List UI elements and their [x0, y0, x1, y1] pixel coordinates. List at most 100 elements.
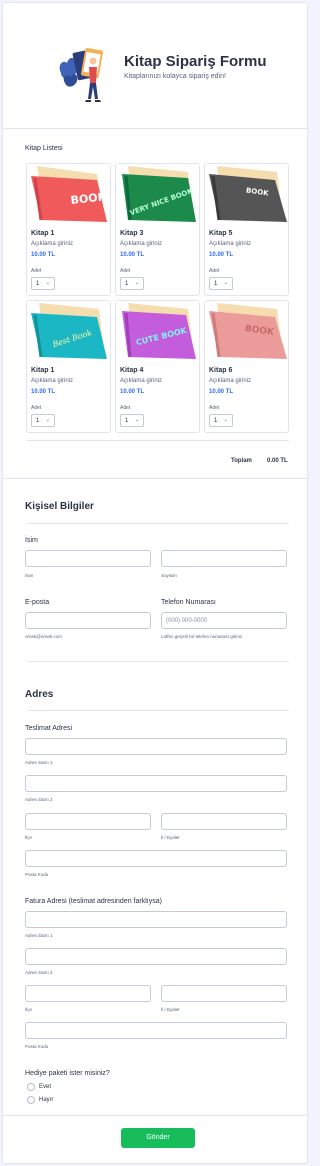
- billing-province-sublabel: İl / Eyalet: [161, 1007, 180, 1012]
- billing-postal-input[interactable]: [25, 1022, 287, 1039]
- product-list-label: Kitap Listesi: [25, 145, 63, 152]
- email-label: E-posta: [25, 599, 50, 606]
- qty-value: 1: [214, 418, 218, 424]
- radio-button[interactable]: [27, 1096, 35, 1104]
- product-card: BOOK Kitap 5 Açıklama giriniz 10.00 TL A…: [204, 163, 289, 296]
- first-name-sublabel: İsim: [25, 573, 34, 578]
- delivery-postal-input[interactable]: [25, 850, 287, 867]
- green-book-cover-icon: VERY NICE BOOK: [116, 164, 199, 226]
- product-desc: Açıklama giriniz: [31, 241, 74, 247]
- purple-book-cover-icon: CUTE BOOK: [116, 301, 199, 363]
- radio-label: Evet: [39, 1084, 52, 1090]
- chevron-down-icon: ⌄: [45, 417, 50, 423]
- divider: [27, 523, 289, 524]
- delivery-district-input[interactable]: [25, 813, 151, 830]
- product-price: 10.00 TL: [120, 252, 145, 258]
- billing-line1-sublabel: Adres Satırı 1: [25, 933, 53, 938]
- product-price: 10.00 TL: [120, 389, 145, 395]
- divider: [3, 478, 307, 479]
- last-name-input[interactable]: [161, 550, 287, 567]
- qty-select[interactable]: 1 ⌄: [31, 414, 55, 427]
- radio-button[interactable]: [27, 1083, 35, 1091]
- product-price: 10.00 TL: [31, 252, 56, 258]
- product-card: VERY NICE BOOK Kitap 3 Açıklama giriniz …: [115, 163, 200, 296]
- chevron-down-icon: ⌄: [45, 280, 50, 286]
- email-input[interactable]: [25, 612, 151, 629]
- chevron-down-icon: ⌄: [223, 280, 228, 286]
- total-value: 0.00 TL: [267, 458, 288, 464]
- product-card: BOOK Kitap 1 Açıklama giriniz 10.00 TL A…: [26, 163, 111, 296]
- personal-section-title: Kişisel Bilgiler: [25, 501, 94, 512]
- gift-question-label: Hediye paketi ister misiniz?: [25, 1070, 110, 1077]
- submit-button[interactable]: Gönder: [121, 1128, 195, 1148]
- submit-area: Gönder: [3, 1115, 307, 1163]
- qty-select[interactable]: 1 ⌄: [209, 414, 233, 427]
- product-card: Best Book Kitap 1 Açıklama giriniz 10.00…: [26, 300, 111, 433]
- billing-address-label: Fatura Adresi (teslimat adresinden farkl…: [25, 898, 162, 905]
- billing-line2-sublabel: Adres Satırı 2: [25, 970, 53, 975]
- product-desc: Açıklama giriniz: [120, 241, 163, 247]
- divider: [27, 440, 289, 441]
- phone-placeholder: (000) 000-0000: [166, 618, 208, 624]
- chevron-down-icon: ⌄: [223, 417, 228, 423]
- qty-select[interactable]: 1 ⌄: [31, 277, 55, 290]
- billing-line1-input[interactable]: [25, 911, 287, 928]
- delivery-line2-input[interactable]: [25, 775, 287, 792]
- qty-label: Adet: [209, 405, 220, 411]
- form-page: Kitap Sipariş Formu Kitaplarınızı kolayc…: [2, 2, 308, 1164]
- delivery-address-label: Teslimat Adresi: [25, 725, 73, 732]
- delivery-line1-sublabel: Adres Satırı 1: [25, 760, 53, 765]
- product-card: CUTE BOOK Kitap 4 Açıklama giriniz 10.00…: [115, 300, 200, 433]
- total-label: Toplam: [231, 458, 252, 464]
- product-price: 10.00 TL: [31, 389, 56, 395]
- qty-select[interactable]: 1 ⌄: [120, 277, 144, 290]
- product-desc: Açıklama giriniz: [31, 378, 74, 384]
- product-desc: Açıklama giriniz: [209, 378, 252, 384]
- delivery-district-sublabel: İlçe: [25, 835, 33, 840]
- product-desc: Açıklama giriniz: [209, 241, 252, 247]
- divider: [27, 710, 289, 711]
- delivery-postal-sublabel: Posta Kodu: [25, 872, 49, 877]
- billing-line2-input[interactable]: [25, 948, 287, 965]
- qty-select[interactable]: 1 ⌄: [209, 277, 233, 290]
- product-name: Kitap 5: [209, 230, 233, 237]
- last-name-sublabel: Soyisim: [161, 573, 177, 578]
- email-sublabel: ornek@ornek.com: [25, 634, 62, 639]
- billing-district-input[interactable]: [25, 985, 151, 1002]
- qty-label: Adet: [209, 268, 220, 274]
- phone-input[interactable]: (000) 000-0000: [161, 612, 287, 629]
- name-label: İsim: [25, 537, 38, 544]
- product-name: Kitap 6: [209, 367, 233, 374]
- billing-province-input[interactable]: [161, 985, 287, 1002]
- teal-book-cover-icon: Best Book: [27, 301, 110, 363]
- red-book-cover-icon: BOOK: [27, 164, 110, 226]
- qty-select[interactable]: 1 ⌄: [120, 414, 144, 427]
- delivery-line2-sublabel: Adres Satırı 2: [25, 797, 53, 802]
- gray-book-cover-icon: BOOK: [205, 164, 288, 226]
- product-desc: Açıklama giriniz: [120, 378, 163, 384]
- form-header: Kitap Sipariş Formu Kitaplarınızı kolayc…: [3, 3, 307, 129]
- delivery-province-input[interactable]: [161, 813, 287, 830]
- product-name: Kitap 3: [120, 230, 144, 237]
- product-name: Kitap 1: [31, 230, 55, 237]
- qty-label: Adet: [31, 405, 42, 411]
- product-card: BOOK Kitap 6 Açıklama giriniz 10.00 TL A…: [204, 300, 289, 433]
- chevron-down-icon: ⌄: [134, 417, 139, 423]
- product-name: Kitap 1: [31, 367, 55, 374]
- divider: [27, 661, 289, 662]
- phone-label: Telefon Numarası: [161, 599, 216, 606]
- delivery-province-sublabel: İl / Eyalet: [161, 835, 180, 840]
- first-name-input[interactable]: [25, 550, 151, 567]
- product-price: 10.00 TL: [209, 252, 234, 258]
- reading-person-logo-icon: [59, 47, 103, 102]
- product-name: Kitap 4: [120, 367, 144, 374]
- billing-district-sublabel: İlçe: [25, 1007, 33, 1012]
- form-title: Kitap Sipariş Formu: [124, 53, 267, 70]
- qty-label: Adet: [31, 268, 42, 274]
- qty-value: 1: [125, 418, 129, 424]
- chevron-down-icon: ⌄: [134, 280, 139, 286]
- qty-value: 1: [214, 281, 218, 287]
- qty-value: 1: [36, 418, 40, 424]
- radio-label: Hayır: [39, 1097, 54, 1103]
- delivery-line1-input[interactable]: [25, 738, 287, 755]
